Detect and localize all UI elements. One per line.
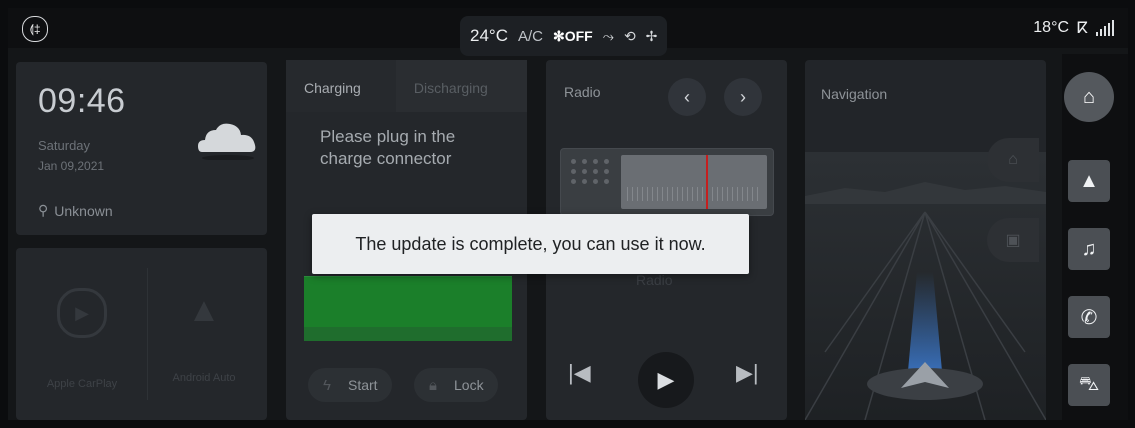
- skip-previous-icon: |◀: [568, 360, 591, 385]
- play-button[interactable]: ▶: [638, 352, 694, 408]
- lock-label: Lock: [454, 377, 484, 393]
- clock-weather-card[interactable]: 09:46 Saturday Jan 09,2021 ⚲ Unknown: [16, 62, 267, 235]
- location-pin-icon: ⚲: [38, 202, 49, 218]
- clock-day: Saturday: [38, 138, 91, 153]
- play-circle-icon: ▶: [57, 288, 107, 338]
- side-dock: ⌂ ▲ ♫ ✆ ⛍: [1062, 54, 1128, 420]
- recirculation-icon[interactable]: ⟲: [624, 28, 636, 45]
- home-icon: ⌂: [1082, 85, 1096, 108]
- previous-station-button[interactable]: ‹: [668, 78, 706, 116]
- navigation-title: Navigation: [821, 86, 888, 102]
- navigation-card[interactable]: Navigation ⌂ ▣: [805, 60, 1046, 420]
- next-station-button[interactable]: ›: [724, 78, 762, 116]
- outside-temperature: 18°C: [1033, 19, 1070, 36]
- fan-icon: ✻: [553, 27, 565, 44]
- charging-tabs: Charging Discharging: [286, 60, 527, 112]
- clock-date: Jan 09,2021: [38, 159, 105, 173]
- chevron-right-icon: ›: [740, 86, 746, 107]
- frequency-scale: [621, 155, 767, 209]
- nav-work-button[interactable]: ▣: [987, 218, 1039, 262]
- fan-status: OFF: [564, 27, 593, 44]
- road-illustration: [805, 152, 1046, 420]
- climate-bar[interactable]: 24°C A/C ✻OFF ⤳ ⟲ ✢: [460, 16, 668, 56]
- lock-icon: 🔒︎: [429, 376, 437, 394]
- navigation-button[interactable]: ▲: [1068, 160, 1110, 202]
- play-icon: ▶: [657, 367, 675, 392]
- bluetooth-network-icon: ⴽ: [1077, 20, 1088, 37]
- phone-icon: ✆: [1080, 306, 1098, 329]
- skip-next-button[interactable]: ▶|: [736, 360, 759, 386]
- battery-gauge: [304, 276, 512, 341]
- defrost-icon[interactable]: ✢: [646, 28, 658, 45]
- cabin-temperature[interactable]: 24°C: [470, 26, 508, 46]
- tuner-needle: [706, 155, 708, 209]
- android-auto-label: Android Auto: [172, 372, 236, 384]
- home-button[interactable]: ⌂: [1064, 72, 1114, 122]
- chevron-left-icon: ‹: [684, 86, 690, 107]
- apple-carplay-app[interactable]: ▶ Apple CarPlay: [22, 288, 142, 390]
- cloud-icon: [198, 123, 256, 160]
- android-auto-icon: ▲: [187, 290, 221, 329]
- car-icon: ⛍: [1078, 372, 1100, 395]
- navigation-arrow-icon: ▲: [1079, 169, 1099, 192]
- phone-button[interactable]: ✆: [1068, 296, 1110, 338]
- apple-carplay-label: Apple CarPlay: [46, 378, 118, 390]
- vehicle-button[interactable]: ⛍: [1068, 364, 1110, 406]
- status-bar: ⟬‡ 24°C A/C ✻OFF ⤳ ⟲ ✢ 18°C ⴽ: [8, 8, 1128, 56]
- update-toast: The update is complete, you can use it n…: [312, 214, 749, 274]
- android-auto-app[interactable]: ▲ Android Auto: [144, 288, 264, 385]
- skip-next-icon: ▶|: [736, 360, 759, 385]
- projection-apps-card: ▶ Apple CarPlay ▲ Android Auto: [16, 248, 267, 420]
- ac-label[interactable]: A/C: [518, 28, 543, 45]
- radio-tuner[interactable]: [560, 148, 774, 216]
- home-icon: ⌂: [1008, 151, 1018, 168]
- start-button[interactable]: ϟ Start: [308, 368, 392, 402]
- music-button[interactable]: ♫: [1068, 228, 1110, 270]
- nav-home-button[interactable]: ⌂: [987, 138, 1039, 182]
- seat-heat-icon[interactable]: ⤳: [603, 28, 614, 45]
- radio-label: Radio: [636, 272, 673, 288]
- radio-title: Radio: [564, 84, 601, 100]
- tab-charging[interactable]: Charging: [286, 60, 396, 112]
- speaker-grille: [571, 159, 619, 184]
- start-label: Start: [348, 377, 378, 393]
- skip-previous-button[interactable]: |◀: [568, 360, 591, 386]
- briefcase-icon: ▣: [1005, 232, 1021, 249]
- lock-button[interactable]: 🔒︎ Lock: [414, 368, 498, 402]
- clock-time: 09:46: [38, 82, 126, 120]
- location-label: Unknown: [54, 202, 113, 219]
- signal-strength-icon: [1096, 20, 1114, 36]
- tab-discharging[interactable]: Discharging: [395, 60, 527, 112]
- battery-fill: [304, 277, 512, 327]
- fog-light-icon[interactable]: ⟬‡: [22, 16, 48, 42]
- music-icon: ♫: [1081, 237, 1097, 260]
- location: ⚲ Unknown: [38, 202, 113, 219]
- lightning-icon: ϟ: [323, 376, 331, 394]
- charging-message: Please plug in the charge connector: [320, 127, 456, 168]
